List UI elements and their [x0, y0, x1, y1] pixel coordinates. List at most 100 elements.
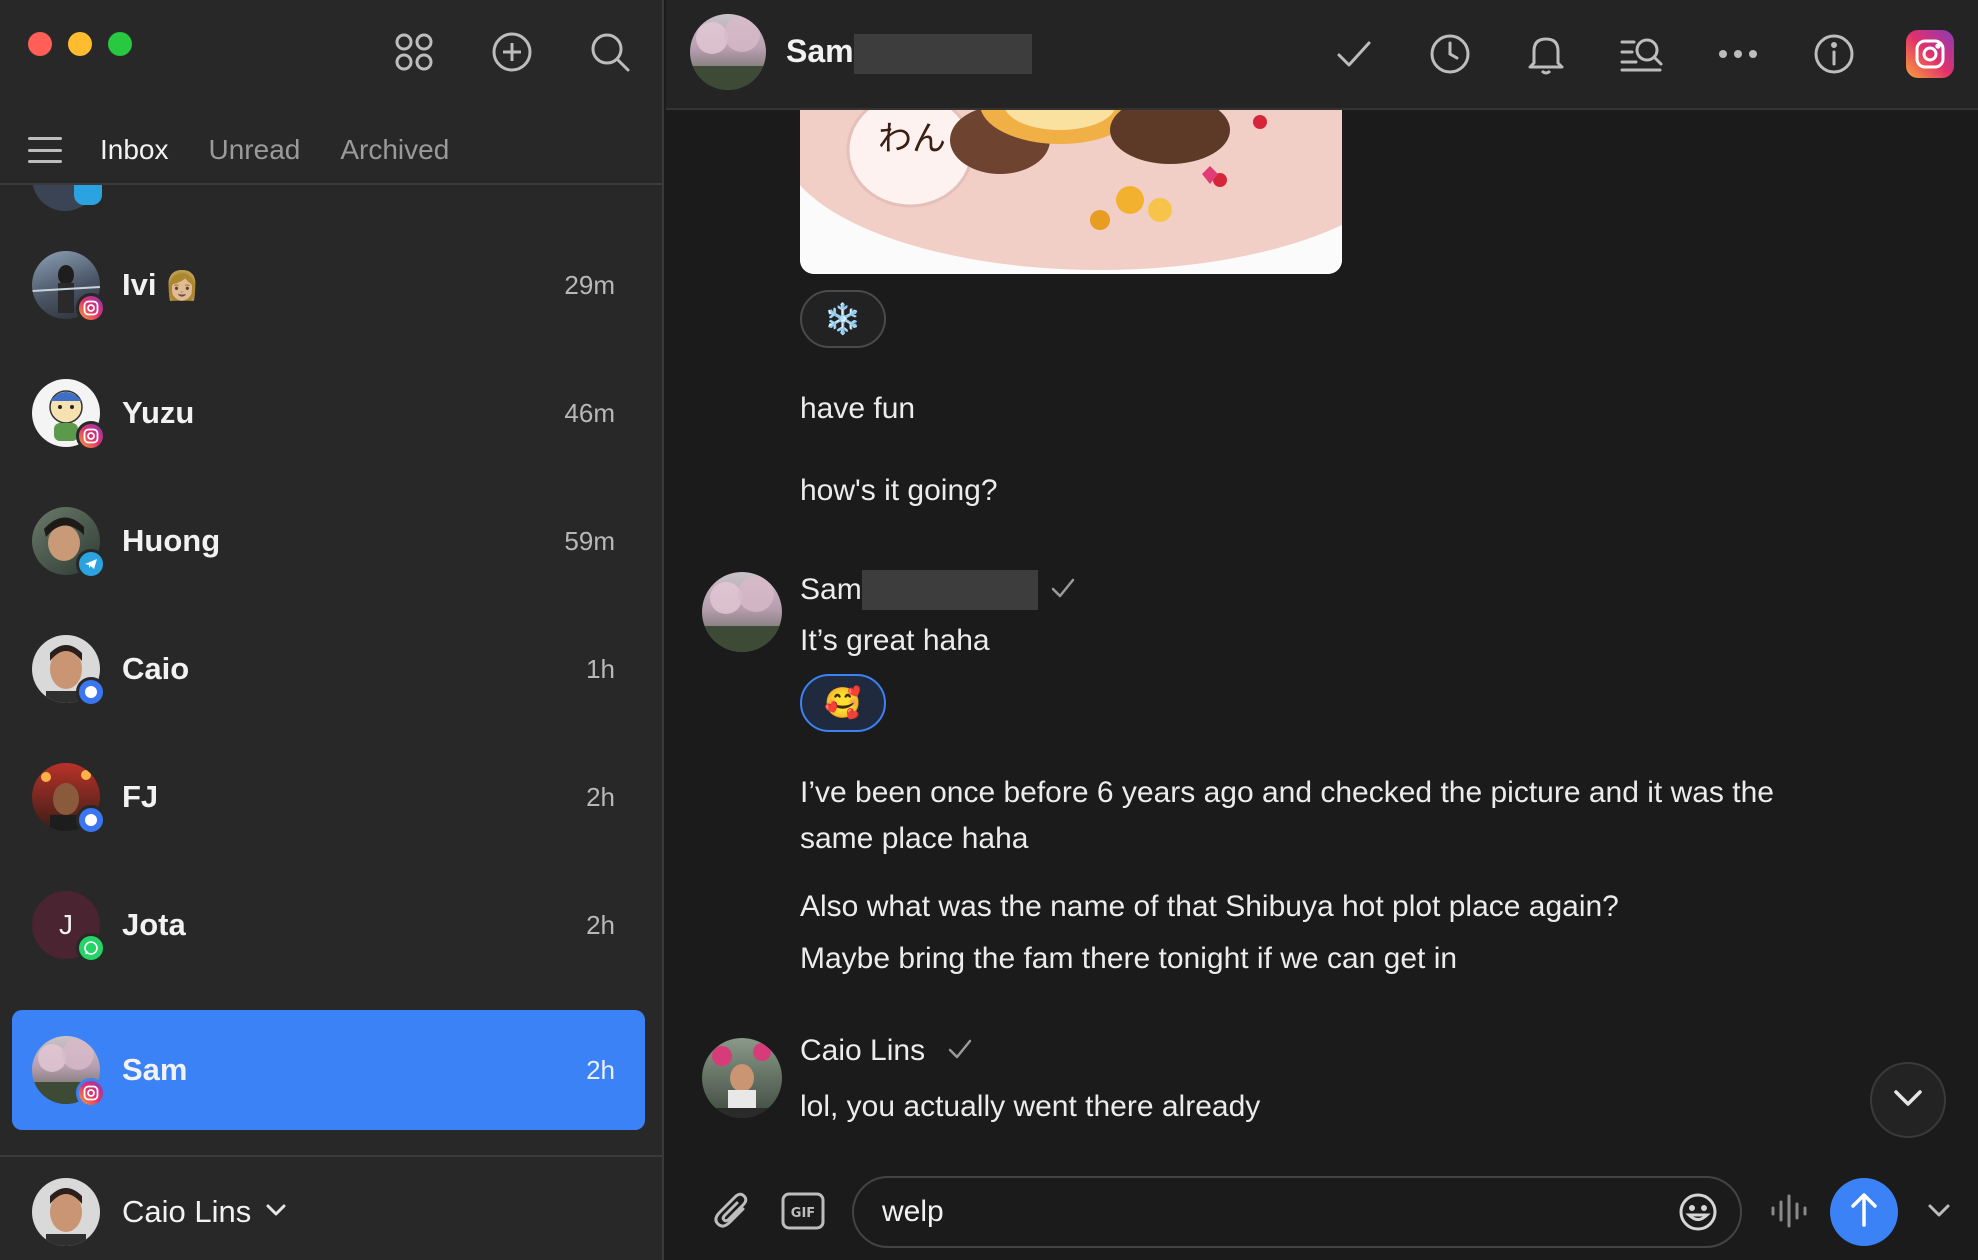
chat-item-jota[interactable]: J Jota 2h [12, 865, 645, 985]
divider [0, 1155, 662, 1157]
close-window-button[interactable] [28, 32, 52, 56]
voice-message-icon[interactable] [1766, 1188, 1812, 1234]
chat-name: Sam [122, 1052, 188, 1087]
search-messages-icon[interactable] [1618, 30, 1666, 78]
message-input[interactable]: welp [852, 1176, 1742, 1248]
chevron-down-icon [265, 1203, 287, 1222]
chat-name: Huong [122, 523, 221, 558]
tab-inbox[interactable]: Inbox [100, 134, 169, 166]
spaces-icon[interactable] [392, 30, 436, 74]
chat-item-yuzu[interactable]: Yuzu 46m [12, 353, 645, 473]
avatar: J [32, 891, 106, 963]
signal-icon [76, 677, 106, 707]
message-text: how's it going? [800, 474, 998, 507]
chat-name: Jota [122, 907, 186, 942]
avatar [32, 251, 106, 323]
chat-item-ivi[interactable]: Ivi 👩🏼 29m [12, 225, 645, 345]
search-icon[interactable] [588, 30, 632, 74]
check-icon[interactable] [1330, 30, 1378, 78]
sidebar-toolbar [392, 30, 632, 74]
chat-name: Ivi [122, 267, 157, 302]
header-toolbar [1330, 30, 1954, 78]
arrow-up-icon [1849, 1192, 1879, 1233]
new-chat-icon[interactable] [490, 30, 534, 74]
info-icon[interactable] [1810, 30, 1858, 78]
avatar [32, 379, 106, 451]
minimize-window-button[interactable] [68, 32, 92, 56]
tab-archived[interactable]: Archived [340, 134, 449, 166]
chat-name: Caio [122, 651, 190, 686]
inbox-tabs: Inbox Unread Archived [28, 120, 662, 180]
chat-time: 29m [564, 269, 615, 300]
clock-icon[interactable] [1426, 30, 1474, 78]
gif-icon[interactable]: GIF [780, 1188, 826, 1234]
message-text: I’ve been once before 6 years ago and ch… [800, 770, 1774, 862]
menu-icon[interactable] [28, 135, 62, 165]
tab-unread[interactable]: Unread [209, 134, 301, 166]
chevron-down-icon[interactable] [1916, 1188, 1962, 1234]
message-sender: Sam [800, 570, 1076, 610]
message-text: have fun [800, 392, 916, 425]
avatar [32, 763, 106, 835]
avatar [32, 1036, 106, 1108]
message-sender: Caio Lins [800, 1034, 973, 1068]
send-button[interactable] [1830, 1178, 1898, 1246]
chat-item-huong[interactable]: Huong 59m [12, 481, 645, 601]
conversation-header: Sam [666, 0, 1978, 110]
gif-label: GIF [791, 1206, 815, 1221]
account-name: Caio Lins [122, 1194, 252, 1229]
check-icon [1050, 573, 1076, 607]
reaction-chip[interactable]: 🥰 [800, 674, 886, 732]
avatar [32, 1178, 100, 1246]
redacted-surname [861, 570, 1038, 610]
chat-time: 59m [564, 525, 615, 556]
avatar[interactable] [690, 14, 766, 90]
emoji-icon[interactable] [1678, 1192, 1718, 1232]
avatar [32, 635, 106, 707]
account-switcher[interactable]: Caio Lins [32, 1178, 287, 1246]
message-text: It’s great haha [800, 624, 990, 657]
chat-item-sam[interactable]: Sam 2h [12, 1010, 645, 1130]
chat-name: FJ [122, 779, 159, 814]
whatsapp-icon [76, 933, 106, 963]
instagram-icon [76, 421, 106, 451]
message-text: lol, you actually went there already [800, 1090, 1261, 1123]
message-list[interactable]: わん ❄️ have fun how's it going? Sam It’s … [666, 110, 1978, 1150]
chat-time: 1h [586, 653, 615, 684]
avatar [32, 507, 106, 579]
sidebar: Inbox Unread Archived Ivi 👩🏼 29m Yuzu 46… [0, 0, 664, 1260]
avatar[interactable] [702, 1038, 782, 1118]
contact-name: Sam [786, 33, 854, 69]
redacted-surname [853, 33, 1032, 74]
chat-time: 2h [586, 1054, 615, 1085]
sender-name: Sam [800, 573, 862, 606]
scroll-to-bottom-button[interactable] [1870, 1062, 1946, 1138]
message-input-value: welp [882, 1195, 944, 1228]
chat-list[interactable]: Ivi 👩🏼 29m Yuzu 46m Huong 59m Caio 1h FJ… [0, 185, 662, 1155]
reaction-chip[interactable]: ❄️ [800, 290, 886, 348]
instagram-icon [76, 1078, 106, 1108]
chat-item-fj[interactable]: FJ 2h [12, 737, 645, 857]
chat-emoji: 👩🏼 [164, 269, 200, 301]
bell-icon[interactable] [1522, 30, 1570, 78]
svg-text:わん: わん [878, 119, 946, 159]
window-controls [28, 32, 132, 56]
telegram-icon [74, 185, 102, 205]
conversation-pane: Sam わん ❄️ have fun how's it going? Sam I… [666, 0, 1978, 1260]
attach-icon[interactable] [710, 1188, 756, 1234]
more-icon[interactable] [1714, 30, 1762, 78]
avatar[interactable] [702, 572, 782, 652]
chat-item-caio[interactable]: Caio 1h [12, 609, 645, 729]
chat-time: 2h [586, 909, 615, 940]
conversation-title: Sam [786, 33, 1032, 74]
message-photo[interactable]: わん [800, 110, 1342, 274]
chat-time: 46m [564, 397, 615, 428]
zoom-window-button[interactable] [108, 32, 132, 56]
instagram-icon [76, 293, 106, 323]
message-line: I’ve been once before 6 years ago and ch… [800, 776, 1774, 809]
message-text: Also what was the name of that Shibuya h… [800, 890, 1619, 923]
chat-time: 2h [586, 781, 615, 812]
sender-name: Caio Lins [800, 1034, 926, 1067]
instagram-icon[interactable] [1906, 30, 1954, 78]
telegram-icon [76, 549, 106, 579]
